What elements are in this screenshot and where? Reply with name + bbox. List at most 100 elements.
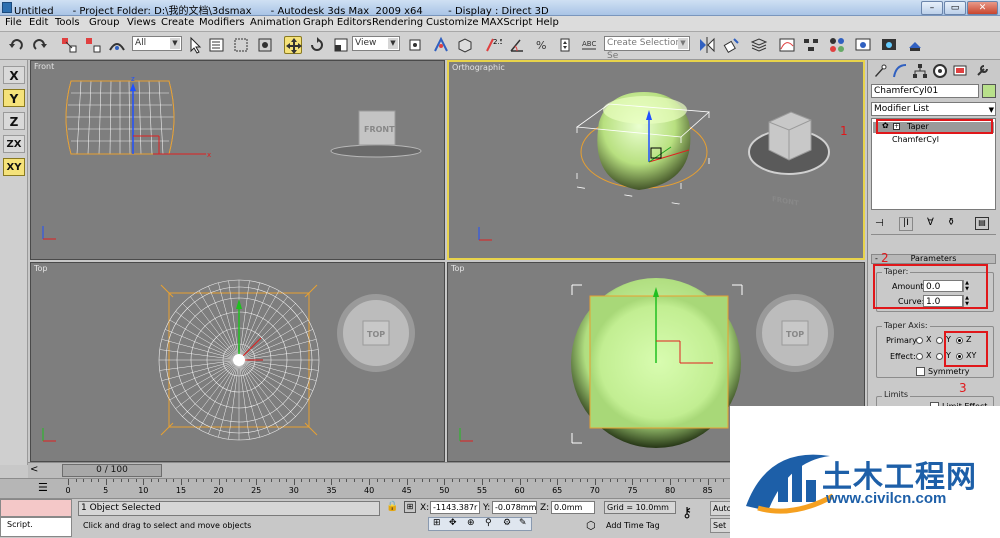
maxscript-listener-white[interactable]: Script. (0, 517, 72, 537)
modifier-list-dropdown[interactable]: Modifier List ▼ (871, 102, 996, 116)
snaps-toggle-icon[interactable]: 2.5 (484, 36, 504, 54)
wrench-icon[interactable]: ✎ (519, 518, 527, 528)
viewcube-front-label[interactable]: FRONT (364, 125, 395, 134)
set-key-icon[interactable]: ⚷ (682, 505, 692, 521)
select-and-rotate-icon[interactable] (308, 36, 326, 54)
select-by-name-icon[interactable] (208, 36, 226, 54)
axis-xy-button[interactable]: XY (3, 158, 25, 176)
trackbar-toggle-icon[interactable]: ⊞ (433, 518, 441, 528)
z-coord-field[interactable]: 0.0mm (551, 501, 595, 514)
spinner-snap-icon[interactable] (556, 36, 574, 54)
primary-y-radio[interactable] (936, 337, 943, 344)
transform-type-in-icon[interactable]: ✥ (449, 518, 457, 528)
utilities-tab-icon[interactable] (974, 63, 990, 79)
effect-x-radio[interactable] (916, 353, 923, 360)
add-time-tag-label[interactable]: Add Time Tag (606, 521, 660, 530)
menu-rendering[interactable]: Rendering (372, 17, 423, 28)
edit-named-selection-icon[interactable]: ABC (580, 36, 598, 54)
viewport-orthographic[interactable]: Orthographic FRONT (447, 60, 865, 260)
align-icon[interactable] (722, 36, 740, 54)
maxscript-listener-pink[interactable] (0, 499, 72, 517)
mirror-icon[interactable] (698, 36, 716, 54)
select-and-move-icon[interactable] (284, 36, 302, 54)
y-coord-field[interactable]: -0.078mm (492, 501, 537, 514)
add-time-tag-icon[interactable]: ⬡ (586, 519, 596, 532)
app-icon[interactable] (2, 2, 12, 13)
create-tab-icon[interactable] (872, 63, 888, 79)
axis-y-button[interactable]: Y (3, 89, 25, 107)
make-unique-icon[interactable]: ∀ (927, 217, 934, 228)
collapse-icon[interactable]: - (875, 255, 878, 263)
mini-curve-editor-icon[interactable]: ☰ (38, 481, 48, 494)
lock-icon[interactable]: 🔒 (386, 501, 398, 512)
motion-tab-icon[interactable] (932, 63, 948, 79)
viewcube-top-label[interactable]: TOP (367, 330, 385, 339)
curve-editor-icon[interactable] (778, 36, 796, 54)
absolute-mode-icon[interactable]: ⊞ (404, 501, 416, 513)
menu-file[interactable]: File (5, 17, 22, 28)
rectangular-selection-icon[interactable] (232, 36, 250, 54)
render-setup-icon[interactable] (854, 36, 872, 54)
reference-coordinate-dropdown[interactable]: View ▼ (352, 36, 400, 51)
quick-tools-strip[interactable]: ⊞ ✥ ⊕ ⚲ ⚙ ✎ (428, 517, 532, 531)
schematic-view-icon[interactable] (802, 36, 820, 54)
transform-gizmo-icon[interactable]: ⊕ (467, 518, 475, 528)
show-end-result-icon[interactable]: |Ι (899, 217, 913, 231)
menu-help[interactable]: Help (536, 17, 559, 28)
menu-edit[interactable]: Edit (29, 17, 48, 28)
time-slider[interactable]: 0 / 100 (62, 464, 162, 477)
bind-space-warp-icon[interactable] (108, 36, 126, 54)
unlink-icon[interactable] (84, 36, 102, 54)
hierarchy-tab-icon[interactable] (912, 63, 928, 79)
select-object-icon[interactable] (186, 36, 204, 54)
parameters-rollout-header[interactable]: - Parameters (871, 254, 996, 264)
close-button[interactable]: ✕ (967, 1, 998, 15)
selection-filter-dropdown[interactable]: All ▼ (132, 36, 182, 51)
maximize-button[interactable]: ▭ (944, 1, 966, 15)
named-selection-set-input[interactable]: Create Selection Se ▼ (604, 36, 690, 61)
x-coord-field[interactable]: -1143.387r (430, 501, 480, 514)
symmetry-checkbox[interactable] (916, 367, 925, 376)
menu-maxscript[interactable]: MAXScript (481, 17, 532, 28)
pivot-center-icon[interactable] (406, 36, 424, 54)
menu-create[interactable]: Create (161, 17, 194, 28)
axis-z-button[interactable]: Z (3, 112, 25, 130)
redo-icon[interactable] (30, 36, 48, 54)
menu-customize[interactable]: Customize (426, 17, 479, 28)
window-crossing-icon[interactable] (256, 36, 274, 54)
select-manipulate-icon[interactable] (432, 36, 450, 54)
undo-icon[interactable] (8, 36, 26, 54)
select-and-scale-icon[interactable] (332, 36, 350, 54)
keyboard-shortcut-toggle-icon[interactable] (456, 36, 474, 54)
remove-modifier-icon[interactable]: ⚱ (947, 217, 955, 228)
angle-snap-icon[interactable] (508, 36, 526, 54)
material-editor-icon[interactable] (828, 36, 846, 54)
menu-tools[interactable]: Tools (55, 17, 80, 28)
modify-tab-icon[interactable] (892, 63, 908, 79)
menu-group[interactable]: Group (89, 17, 119, 28)
menu-animation[interactable]: Animation (250, 17, 301, 28)
axis-zx-button[interactable]: ZX (3, 135, 25, 153)
display-tab-icon[interactable] (952, 63, 968, 79)
configure-modifier-sets-icon[interactable]: ▤ (975, 217, 989, 230)
pin-icon[interactable]: ⚲ (485, 518, 492, 528)
pin-stack-icon[interactable]: ⊣ (875, 218, 884, 229)
previous-frame-icon[interactable]: < (30, 464, 38, 475)
layer-manager-icon[interactable] (750, 36, 768, 54)
viewcube-top-label[interactable]: TOP (786, 330, 804, 339)
rendered-frame-window-icon[interactable] (880, 36, 898, 54)
axis-x-button[interactable]: X (3, 66, 25, 84)
viewcube-front-label[interactable]: FRONT (772, 194, 799, 208)
minimize-button[interactable]: – (921, 1, 943, 15)
primary-x-radio[interactable] (916, 337, 923, 344)
display-options-icon[interactable]: ⚙ (503, 518, 511, 528)
menu-views[interactable]: Views (127, 17, 156, 28)
menu-graph-editors[interactable]: Graph Editors (303, 17, 372, 28)
object-color-swatch[interactable] (982, 84, 996, 98)
object-name-field[interactable]: ChamferCyl01 (871, 84, 979, 98)
menu-modifiers[interactable]: Modifiers (199, 17, 245, 28)
link-icon[interactable] (60, 36, 78, 54)
render-production-icon[interactable] (906, 36, 924, 54)
viewport-top-left[interactable]: Top TOP (30, 262, 445, 462)
effect-y-radio[interactable] (936, 353, 943, 360)
